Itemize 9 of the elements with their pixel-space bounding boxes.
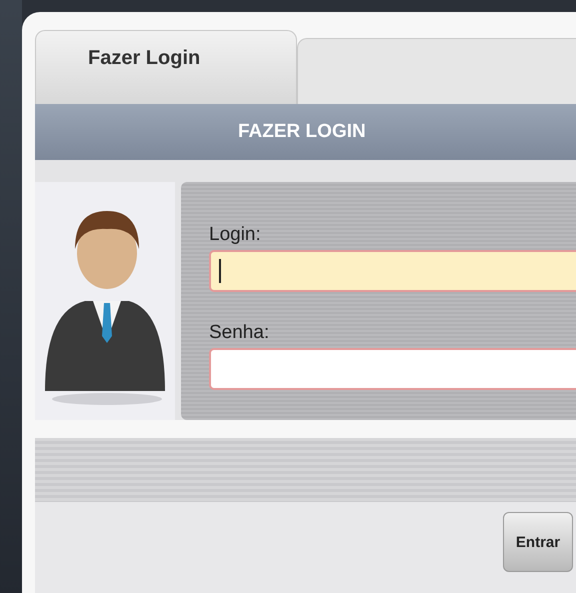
- tab[interactable]: [297, 38, 576, 104]
- text-cursor: [219, 259, 221, 283]
- submit-button[interactable]: Entrar: [503, 512, 573, 572]
- field-label: Login:: [209, 224, 262, 246]
- input-field[interactable]: [209, 250, 576, 292]
- input-field[interactable]: [209, 348, 576, 390]
- field-label: Senha:: [209, 322, 270, 344]
- header-title: FAZER LOGIN: [238, 121, 366, 143]
- tab[interactable]: Fazer Login: [35, 30, 297, 104]
